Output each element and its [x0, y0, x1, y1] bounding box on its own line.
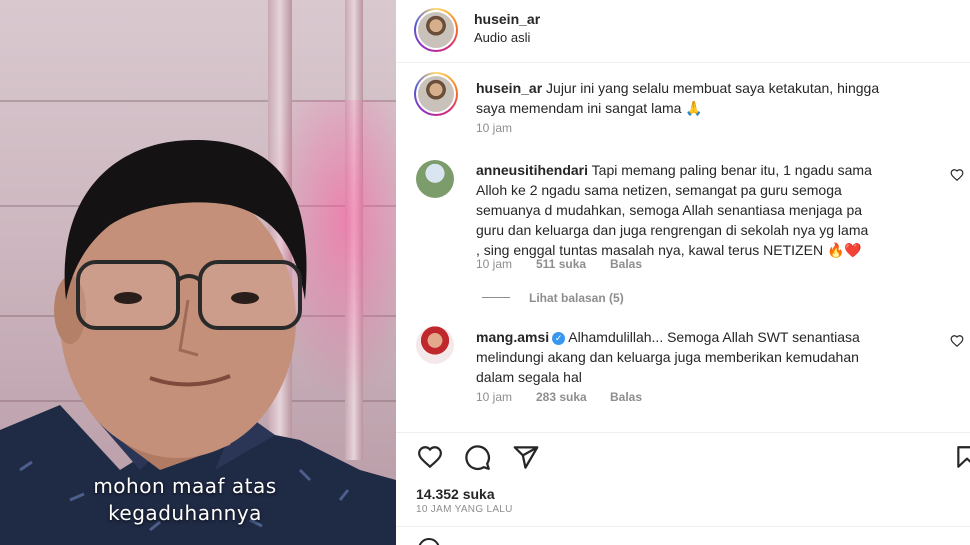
video-subtitle-line1: mohon maaf atas [93, 474, 277, 498]
reply-button[interactable]: Balas [610, 257, 642, 271]
reply-button[interactable]: Balas [610, 390, 642, 404]
emoji-icon[interactable] [418, 538, 440, 545]
comment-username[interactable]: anneusitihendari [476, 162, 588, 178]
header-divider [396, 62, 970, 63]
commenter-avatar[interactable] [416, 160, 454, 198]
post-time-ago[interactable]: 10 JAM YANG LALU [416, 504, 513, 515]
comment-text-line: Alhamdulillah... Semoga Allah SWT senant… [568, 329, 860, 345]
comment-text-line: melindungi akang dan keluarga juga membe… [476, 349, 859, 365]
comment-time: 10 jam [476, 390, 513, 404]
paper-plane-icon[interactable] [512, 444, 540, 471]
comment-likes[interactable]: 511 suka [536, 257, 586, 271]
comments-divider [396, 432, 970, 433]
author-avatar[interactable] [414, 8, 458, 52]
caption-avatar[interactable] [414, 72, 458, 116]
post-panel: husein_ar Audio asli husein_ar Jujur ini… [396, 0, 970, 545]
heart-icon[interactable] [950, 168, 964, 182]
comment-text-line: , sing enggal tuntas masalah nya, kawal … [476, 242, 862, 258]
commenter-avatar[interactable] [416, 326, 454, 364]
reel-video[interactable]: mohon maaf atas kegaduhannya [0, 0, 396, 545]
heart-icon[interactable] [950, 334, 964, 348]
comment-text-line: dalam segala hal [476, 369, 582, 385]
view-replies-button[interactable]: Lihat balasan (5) [529, 291, 624, 305]
comment-text-line: Alloh ke 2 ngadu sama netizen, semangat … [476, 182, 842, 198]
heart-icon[interactable] [416, 444, 444, 470]
bookmark-icon[interactable] [954, 444, 970, 470]
comment-text-line: guru dan keluarga dan juga rengrengan di… [476, 222, 869, 238]
comment-text-line: Tapi memang paling benar itu, 1 ngadu sa… [591, 162, 872, 178]
speaker-figure [0, 140, 396, 545]
comment-2: mang.amsi ✓ Alhamdulillah... Semoga Allah… [476, 327, 956, 387]
caption: husein_ar Jujur ini yang selalu membuat … [476, 78, 956, 118]
caption-text-line1: Jujur ini yang selalu membuat saya ketak… [546, 80, 880, 96]
comment-text-line: semuanya d mudahkan, semoga Allah senant… [476, 202, 863, 218]
comment-likes[interactable]: 283 suka [536, 390, 587, 404]
comment-icon[interactable] [464, 444, 491, 471]
comment-1: anneusitihendari Tapi memang paling bena… [476, 160, 956, 260]
caption-time: 10 jam [476, 121, 513, 135]
footer-divider [396, 526, 970, 527]
comment-time: 10 jam [476, 257, 513, 271]
like-count[interactable]: 14.352 suka [416, 486, 495, 502]
header-username[interactable]: husein_ar [474, 11, 540, 27]
caption-username[interactable]: husein_ar [476, 80, 542, 96]
verified-badge-icon: ✓ [552, 332, 566, 345]
caption-text-line2: saya memendam ini sangat lama 🙏 [476, 100, 703, 116]
comment-username[interactable]: mang.amsi [476, 329, 549, 345]
view-replies-line [482, 297, 510, 298]
video-subtitle-line2: kegaduhannya [108, 501, 262, 525]
audio-label[interactable]: Audio asli [474, 28, 530, 48]
